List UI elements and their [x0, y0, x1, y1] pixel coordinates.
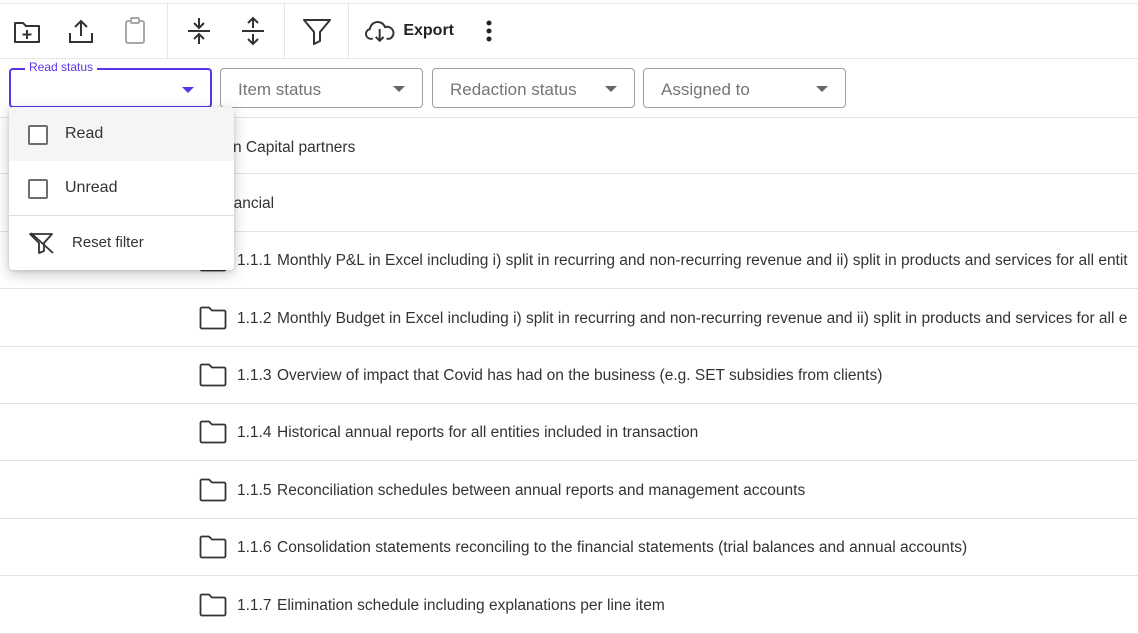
row-title: Monthly P&L in Excel including i) split …	[277, 252, 1128, 269]
folder-icon	[199, 535, 227, 559]
filter-off-icon	[29, 232, 54, 254]
row-number: 1.1.7	[237, 597, 272, 614]
reset-filter-label: Reset filter	[72, 234, 144, 251]
chevron-down-icon	[605, 86, 617, 92]
more-options-button[interactable]	[476, 4, 502, 58]
table-row[interactable]: 1.1.4 Historical annual reports for all …	[0, 404, 1138, 461]
filter-button[interactable]	[298, 4, 336, 58]
chevron-down-icon	[182, 87, 194, 93]
item-status-select[interactable]: Item status	[220, 68, 423, 108]
row-number: 1.1.2	[237, 310, 272, 327]
row-title: n Capital partners	[233, 139, 356, 156]
toolbar-divider	[284, 4, 285, 58]
item-status-placeholder: Item status	[238, 80, 322, 99]
chevron-down-icon	[816, 86, 828, 92]
paste-button[interactable]	[116, 4, 154, 58]
row-number: 1.1.3	[237, 367, 272, 384]
menu-divider	[9, 215, 234, 216]
export-button[interactable]: Export	[364, 4, 454, 58]
row-title: Reconciliation schedules between annual …	[277, 482, 806, 499]
upload-icon	[69, 19, 93, 43]
assigned-to-placeholder: Assigned to	[661, 80, 750, 99]
upload-button[interactable]	[62, 4, 100, 58]
folder-icon	[199, 593, 227, 617]
read-status-select[interactable]: Read status	[9, 60, 212, 108]
table-row[interactable]: 1.1.6 Consolidation statements reconcili…	[0, 519, 1138, 576]
expand-all-button[interactable]	[234, 4, 272, 58]
assigned-to-select[interactable]: Assigned to	[643, 68, 846, 108]
row-number: 1.1.4	[237, 424, 272, 441]
row-number: 1.1.1	[237, 252, 272, 269]
new-folder-icon	[14, 22, 40, 43]
row-number: 1.1.6	[237, 539, 272, 556]
folder-icon	[199, 306, 227, 330]
redaction-status-select[interactable]: Redaction status	[432, 68, 635, 108]
row-title: Elimination schedule including explanati…	[277, 597, 665, 614]
table-row[interactable]: 1.1.5 Reconciliation schedules between a…	[0, 462, 1138, 519]
folder-icon	[199, 363, 227, 387]
unread-checkbox[interactable]	[28, 179, 48, 199]
toolbar: Export	[0, 3, 1138, 59]
toolbar-divider	[167, 4, 168, 58]
more-vert-icon	[486, 20, 492, 42]
row-title: Consolidation statements reconciling to …	[277, 539, 968, 556]
row-title: Overview of impact that Covid has had on…	[277, 367, 883, 384]
menu-option-label: Read	[65, 125, 104, 142]
read-status-menu: Read Unread Reset filter	[9, 107, 234, 270]
read-checkbox[interactable]	[28, 125, 48, 145]
toolbar-divider	[348, 4, 349, 58]
cloud-download-icon	[365, 21, 395, 43]
redaction-status-placeholder: Redaction status	[450, 80, 577, 99]
collapse-icon	[188, 18, 210, 44]
clipboard-icon	[125, 17, 145, 44]
menu-option-unread[interactable]: Unread	[9, 161, 234, 215]
export-label: Export	[403, 22, 454, 39]
filter-icon	[303, 19, 331, 45]
table-row[interactable]: 1.1.7 Elimination schedule including exp…	[0, 577, 1138, 634]
row-title: Historical annual reports for all entiti…	[277, 424, 699, 441]
folder-icon	[199, 478, 227, 502]
table-row[interactable]: 1.1.3 Overview of impact that Covid has …	[0, 347, 1138, 404]
read-status-label: Read status	[25, 60, 98, 74]
folder-icon	[199, 420, 227, 444]
chevron-down-icon	[393, 86, 405, 92]
new-folder-button[interactable]	[8, 4, 46, 58]
row-title: Monthly Budget in Excel including i) spl…	[277, 310, 1128, 327]
row-number: 1.1.5	[237, 482, 272, 499]
menu-option-read[interactable]: Read	[9, 107, 234, 161]
expand-icon	[242, 16, 264, 46]
table-row[interactable]: 1.1.2 Monthly Budget in Excel including …	[0, 290, 1138, 347]
reset-filter-item[interactable]: Reset filter	[9, 217, 234, 269]
collapse-all-button[interactable]	[180, 4, 218, 58]
menu-option-label: Unread	[65, 179, 118, 196]
